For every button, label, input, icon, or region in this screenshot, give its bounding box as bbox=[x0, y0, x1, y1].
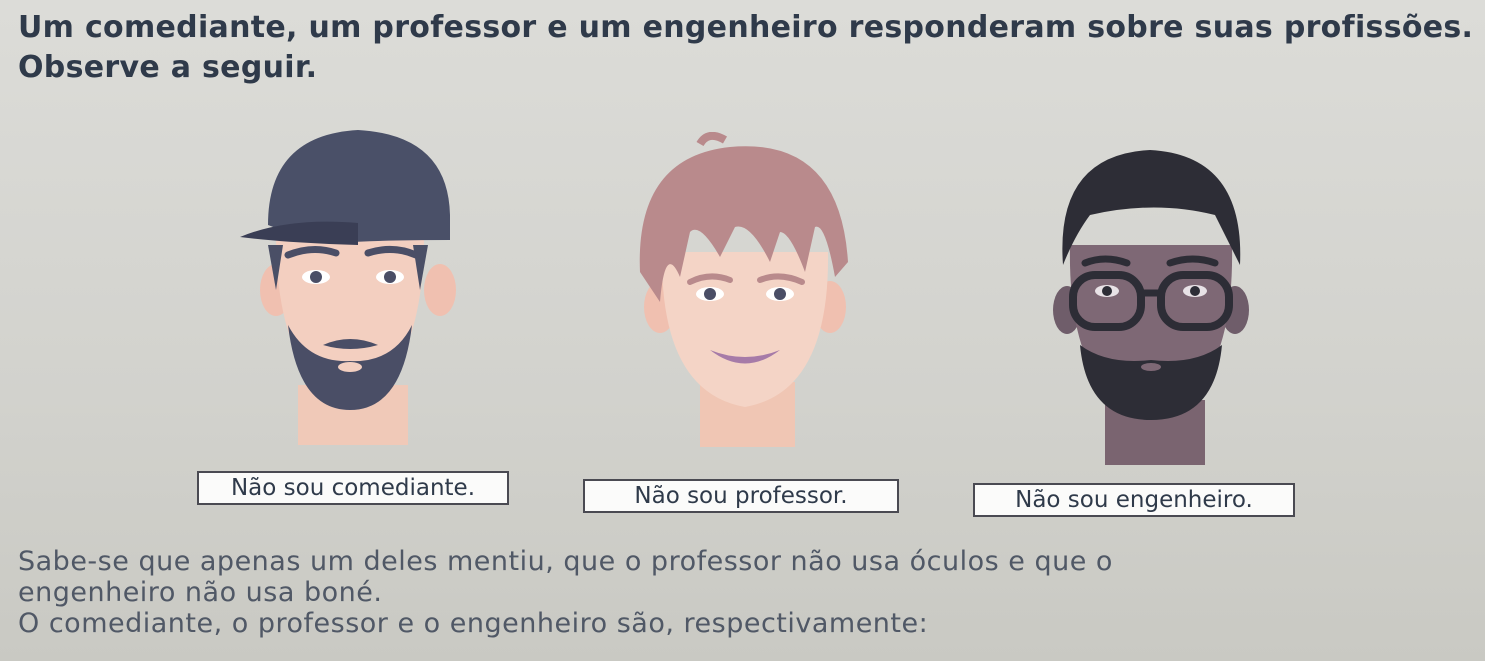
statement-bubble-engenheiro: Não sou engenheiro. bbox=[973, 483, 1295, 517]
bearded-man-with-glasses-icon bbox=[1045, 145, 1255, 470]
question-line-3: O comediante, o professor e o engenheiro… bbox=[18, 608, 929, 639]
statement-bubble-professor: Não sou professor. bbox=[583, 479, 899, 513]
statement-text: Não sou professor. bbox=[634, 483, 848, 509]
statement-text: Não sou engenheiro. bbox=[1015, 487, 1253, 513]
intro-text: Um comediante, um professor e um engenhe… bbox=[18, 8, 1478, 88]
intro-line-1: Um comediante, um professor e um engenhe… bbox=[18, 10, 1474, 45]
statement-bubble-comediante: Não sou comediante. bbox=[197, 471, 509, 505]
bearded-man-with-cap-icon bbox=[228, 125, 468, 455]
question-text: Sabe-se que apenas um deles mentiu, que … bbox=[18, 546, 1468, 639]
question-line-2: engenheiro não usa boné. bbox=[18, 577, 383, 608]
statement-text: Não sou comediante. bbox=[230, 475, 476, 501]
question-line-1: Sabe-se que apenas um deles mentiu, que … bbox=[18, 546, 1113, 577]
smiling-young-man-icon bbox=[630, 132, 860, 452]
intro-line-2: Observe a seguir. bbox=[18, 50, 318, 85]
